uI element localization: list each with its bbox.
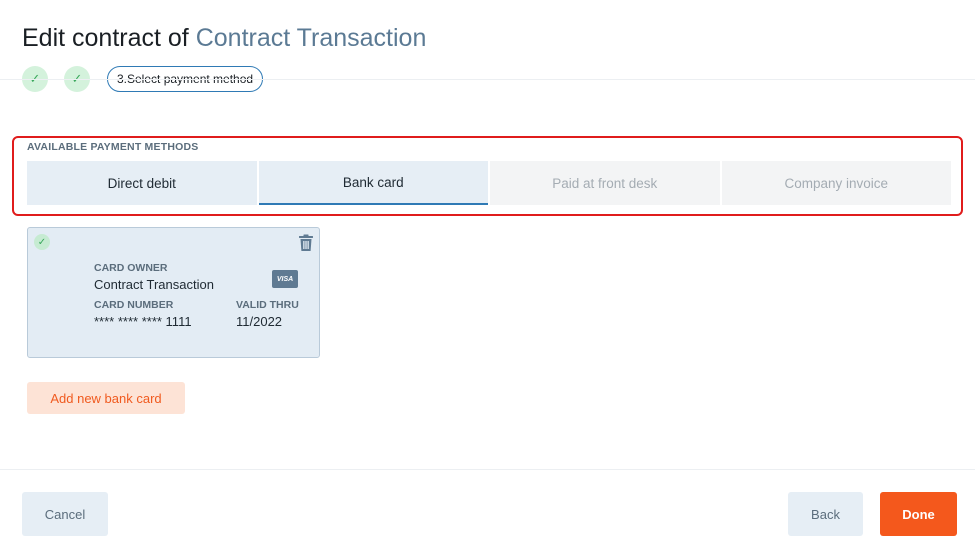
page-title-contract-name: Contract Transaction [195,24,427,52]
card-owner-value: Contract Transaction [94,277,214,292]
tab-paid-at-front-desk: Paid at front desk [490,161,720,205]
payment-method-tabs: Direct debit Bank card Paid at front des… [27,161,951,205]
valid-thru-value: 11/2022 [236,314,283,329]
trash-icon[interactable] [298,234,314,252]
card-owner-label: CARD OWNER [94,262,168,274]
tab-bank-card[interactable]: Bank card [258,161,488,205]
bank-card[interactable]: ✓ CARD OWNER Contract Transaction VISA C… [27,227,320,358]
valid-thru-label: VALID THRU [236,299,299,311]
footer-divider [0,469,975,470]
page-title-prefix: Edit contract of [22,24,189,52]
selected-check-icon: ✓ [34,234,50,250]
card-number-value: **** **** **** 1111 [94,314,192,329]
visa-logo-icon: VISA [272,270,298,288]
tab-direct-debit[interactable]: Direct debit [27,161,257,205]
card-number-label: CARD NUMBER [94,299,174,311]
header-divider [0,79,975,80]
back-button[interactable]: Back [788,492,863,536]
page-title: Edit contract of Contract Transaction [22,24,426,53]
tab-company-invoice: Company invoice [721,161,951,205]
cancel-button[interactable]: Cancel [22,492,108,536]
done-button[interactable]: Done [880,492,957,536]
add-bank-card-button[interactable]: Add new bank card [27,382,185,414]
payment-methods-label: AVAILABLE PAYMENT METHODS [27,141,199,153]
